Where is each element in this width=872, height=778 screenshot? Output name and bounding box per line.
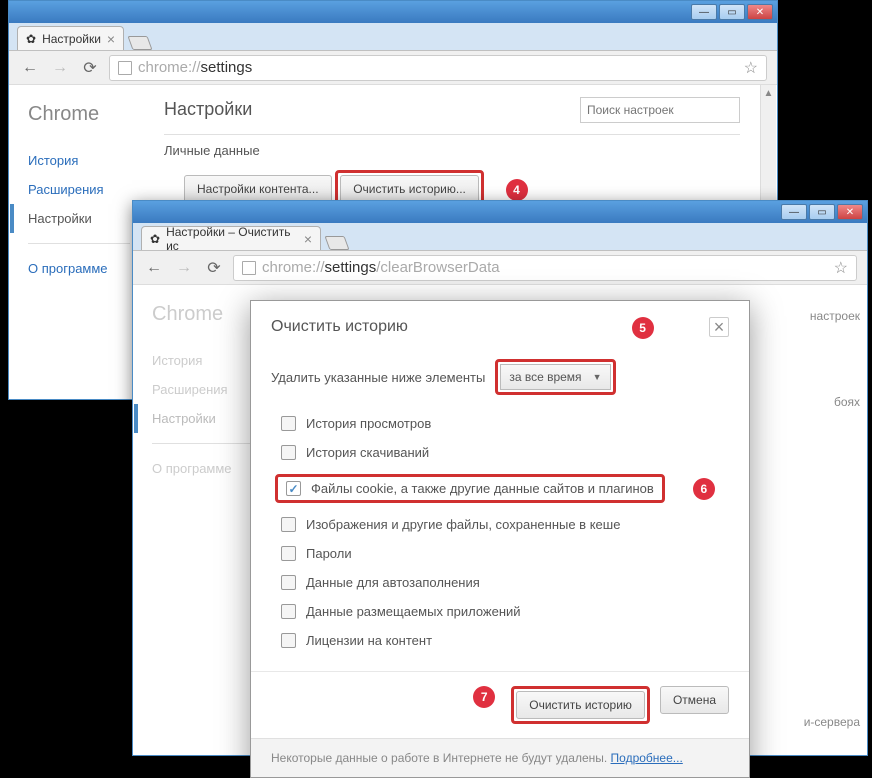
checkbox-row: Пароли xyxy=(271,539,729,568)
tab-settings[interactable]: ✿ Настройки × xyxy=(17,26,124,50)
url-text: chrome://settings/clearBrowserData xyxy=(262,259,500,276)
page-icon xyxy=(118,61,132,75)
checkbox[interactable] xyxy=(281,633,296,648)
brand-label: Chrome xyxy=(28,103,150,126)
step-badge-7: 7 xyxy=(473,686,495,708)
checkbox-label: Лицензии на контент xyxy=(306,633,432,648)
bg-text: и-сервера xyxy=(804,715,860,729)
bg-text: бояx xyxy=(834,395,860,409)
address-bar: ← → ⟳ chrome://settings/clearBrowserData… xyxy=(133,251,867,285)
content-settings-button[interactable]: Настройки контента... xyxy=(184,175,332,203)
checkbox[interactable] xyxy=(281,517,296,532)
checkbox[interactable] xyxy=(281,445,296,460)
address-bar: ← → ⟳ chrome://settings ☆ xyxy=(9,51,777,85)
tab-strip: ✿ Настройки × xyxy=(9,23,777,51)
step-badge-4: 4 xyxy=(506,179,528,201)
learn-more-link[interactable]: Подробнее... xyxy=(611,751,683,765)
dialog-body: Удалить указанные ниже элементы за все в… xyxy=(251,347,749,671)
gear-icon: ✿ xyxy=(150,232,160,246)
titlebar[interactable]: — ▭ ✕ xyxy=(133,201,867,223)
scroll-up-arrow-icon[interactable]: ▲ xyxy=(761,85,776,101)
checkbox[interactable] xyxy=(286,481,301,496)
checkbox[interactable] xyxy=(281,575,296,590)
highlight-frame-5: за все время xyxy=(495,359,615,395)
tab-settings-clear[interactable]: ✿ Настройки – Очистить ис × xyxy=(141,226,321,250)
period-dropdown[interactable]: за все время xyxy=(500,364,610,390)
sidebar: Chrome История Расширения Настройки О пр… xyxy=(10,85,150,398)
tab-close-icon[interactable]: × xyxy=(107,31,115,47)
checkbox[interactable] xyxy=(281,416,296,431)
dialog-note: Некоторые данные о работе в Интернете не… xyxy=(251,738,749,777)
checkbox[interactable] xyxy=(281,604,296,619)
checkbox-label: Изображения и другие файлы, сохраненные … xyxy=(306,517,620,532)
bg-text-placeholder: настроек xyxy=(810,309,860,323)
checkbox-label: История скачиваний xyxy=(306,445,429,460)
dialog-close-button[interactable]: × xyxy=(709,317,729,337)
url-input[interactable]: chrome://settings/clearBrowserData ☆ xyxy=(233,255,857,281)
cancel-button[interactable]: Отмена xyxy=(660,686,729,714)
checkbox-row: Данные для автозаполнения xyxy=(271,568,729,597)
separator xyxy=(28,243,130,244)
dialog-title: Очистить историю xyxy=(271,318,408,336)
sidebar-item-history[interactable]: История xyxy=(28,146,150,175)
checkbox-row: История просмотров xyxy=(271,409,729,438)
step-badge-6: 6 xyxy=(693,478,715,500)
gear-icon: ✿ xyxy=(26,32,36,46)
maximize-button[interactable]: ▭ xyxy=(809,204,835,220)
tab-title: Настройки – Очистить ис xyxy=(166,225,298,253)
reload-button[interactable]: ⟳ xyxy=(203,257,225,279)
confirm-clear-button[interactable]: Очистить историю xyxy=(516,691,645,719)
checkbox-row: Файлы cookie, а также другие данные сайт… xyxy=(271,467,729,510)
highlight-frame-6: Файлы cookie, а также другие данные сайт… xyxy=(275,474,665,503)
checkbox-row: Лицензии на контент xyxy=(271,626,729,655)
checkbox-label: Данные размещаемых приложений xyxy=(306,604,521,619)
tab-title: Настройки xyxy=(42,32,101,46)
delete-label: Удалить указанные ниже элементы xyxy=(271,370,485,385)
highlight-frame-7: Очистить историю xyxy=(511,686,650,724)
separator xyxy=(152,443,254,444)
back-button[interactable]: ← xyxy=(19,57,41,79)
dialog-header: Очистить историю 5 × xyxy=(251,301,749,347)
url-text: chrome://settings xyxy=(138,59,252,76)
page-icon xyxy=(242,261,256,275)
titlebar[interactable]: — ▭ ✕ xyxy=(9,1,777,23)
close-button[interactable]: ✕ xyxy=(747,4,773,20)
maximize-button[interactable]: ▭ xyxy=(719,4,745,20)
clear-history-button[interactable]: Очистить историю... xyxy=(340,175,479,203)
delete-period-row: Удалить указанные ниже элементы за все в… xyxy=(271,359,729,395)
dialog-footer: 7 Очистить историю Отмена xyxy=(251,671,749,738)
bookmark-star-icon[interactable]: ☆ xyxy=(834,258,848,278)
checkbox-label: История просмотров xyxy=(306,416,431,431)
close-button[interactable]: ✕ xyxy=(837,204,863,220)
checkbox-row: Данные размещаемых приложений xyxy=(271,597,729,626)
new-tab-button[interactable] xyxy=(324,236,349,250)
tab-strip: ✿ Настройки – Очистить ис × xyxy=(133,223,867,251)
minimize-button[interactable]: — xyxy=(781,204,807,220)
section-title: Личные данные xyxy=(164,143,740,158)
checkbox[interactable] xyxy=(281,546,296,561)
bookmark-star-icon[interactable]: ☆ xyxy=(744,58,758,78)
back-button[interactable]: ← xyxy=(143,257,165,279)
sidebar-item-settings[interactable]: Настройки xyxy=(10,204,150,233)
step-badge-5: 5 xyxy=(632,317,654,339)
reload-button[interactable]: ⟳ xyxy=(79,57,101,79)
forward-button[interactable]: → xyxy=(49,57,71,79)
checkbox-label: Пароли xyxy=(306,546,352,561)
forward-button[interactable]: → xyxy=(173,257,195,279)
checkbox-row: История скачиваний xyxy=(271,438,729,467)
minimize-button[interactable]: — xyxy=(691,4,717,20)
url-input[interactable]: chrome://settings ☆ xyxy=(109,55,767,81)
divider xyxy=(164,134,740,135)
checkbox-row: Изображения и другие файлы, сохраненные … xyxy=(271,510,729,539)
tab-close-icon[interactable]: × xyxy=(304,231,312,247)
search-settings-input[interactable] xyxy=(580,97,740,123)
clear-history-dialog: Очистить историю 5 × Удалить указанные н… xyxy=(250,300,750,778)
checkbox-label: Данные для автозаполнения xyxy=(306,575,480,590)
checkbox-label: Файлы cookie, а также другие данные сайт… xyxy=(311,481,654,496)
new-tab-button[interactable] xyxy=(128,36,153,50)
